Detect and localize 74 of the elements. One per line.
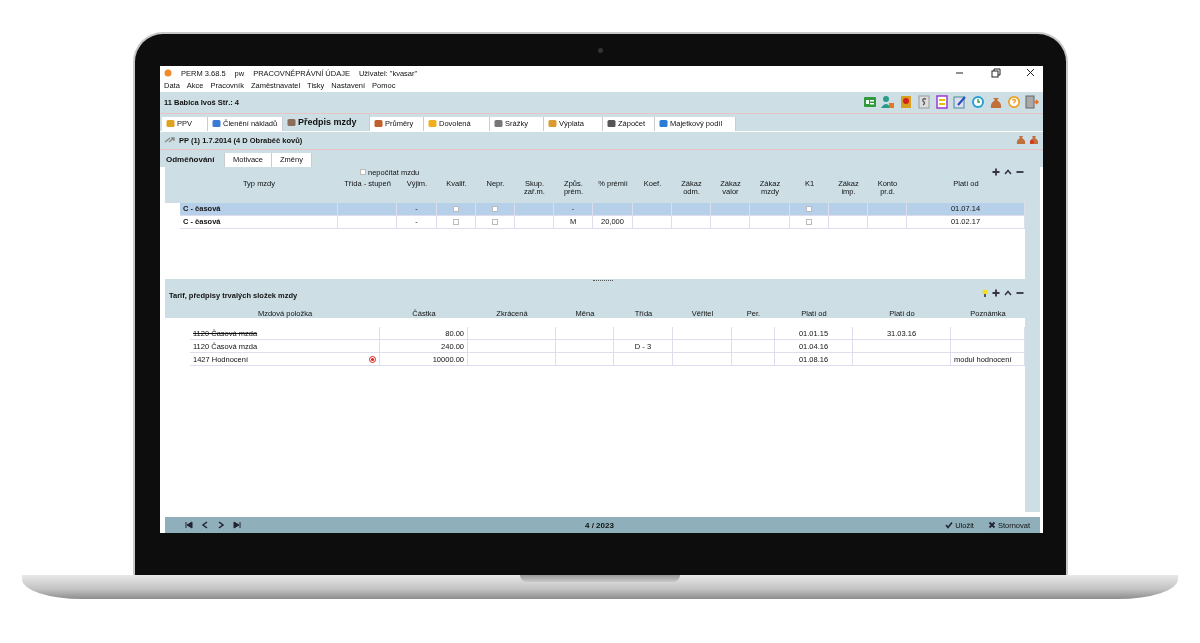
square-icon xyxy=(548,119,557,129)
cross-icon xyxy=(987,521,996,530)
money-bag-icon[interactable] xyxy=(1029,135,1039,146)
square-icon xyxy=(659,119,668,129)
table-cell xyxy=(732,340,775,354)
check-icon xyxy=(945,521,954,530)
app-icon xyxy=(164,69,172,77)
table-cell xyxy=(556,340,614,354)
square-icon xyxy=(212,119,221,129)
period-label: 4 / 2023 xyxy=(585,520,615,530)
table-cell xyxy=(711,202,750,216)
table-cell xyxy=(672,215,711,229)
table-cell xyxy=(515,215,554,229)
table-cell xyxy=(750,215,790,229)
table-cell xyxy=(673,327,732,341)
edit-icon[interactable] xyxy=(953,95,967,110)
table-cell xyxy=(672,202,711,216)
next-icon[interactable] xyxy=(217,521,225,530)
square-icon xyxy=(494,119,503,129)
table-cell xyxy=(868,202,907,216)
square-icon xyxy=(607,119,616,129)
collapse-icon[interactable] xyxy=(1004,167,1012,176)
table-cell xyxy=(633,215,672,229)
splitter-handle[interactable] xyxy=(592,280,613,283)
add-icon[interactable] xyxy=(992,167,1000,176)
table-cell xyxy=(750,202,790,216)
money-bag-icon[interactable] xyxy=(989,95,1003,110)
webcam xyxy=(598,47,603,53)
exit-icon[interactable] xyxy=(1025,95,1039,110)
last-page-icon[interactable] xyxy=(233,521,241,530)
person-icon[interactable] xyxy=(881,95,895,110)
table-cell xyxy=(593,202,633,216)
id-card-icon[interactable] xyxy=(863,95,877,110)
checkbox[interactable] xyxy=(453,218,459,225)
document-icon[interactable] xyxy=(935,95,949,110)
checkbox[interactable] xyxy=(806,218,812,225)
checkbox[interactable] xyxy=(360,169,366,176)
table-cell xyxy=(711,215,750,229)
help-icon[interactable] xyxy=(1007,95,1021,110)
checkbox[interactable] xyxy=(453,205,459,212)
table-cell xyxy=(829,215,868,229)
table-cell xyxy=(829,202,868,216)
arrows-icon xyxy=(164,136,176,145)
table-cell xyxy=(868,215,907,229)
table-cell xyxy=(732,327,775,341)
table-cell xyxy=(338,215,397,229)
paragraph-icon[interactable] xyxy=(917,95,931,110)
square-icon xyxy=(428,119,437,129)
add-icon[interactable] xyxy=(992,289,1000,298)
table-cell xyxy=(556,327,614,341)
table-cell xyxy=(614,327,673,341)
table-cell xyxy=(515,202,554,216)
clock-icon[interactable] xyxy=(971,95,985,110)
certificate-icon[interactable] xyxy=(899,95,913,110)
square-icon xyxy=(374,119,383,129)
lightbulb-icon[interactable] xyxy=(982,289,988,298)
table-cell xyxy=(614,353,673,367)
square-icon xyxy=(166,119,175,129)
previous-icon[interactable] xyxy=(201,521,209,530)
checkbox[interactable] xyxy=(492,218,498,225)
table-cell xyxy=(556,353,614,367)
square-icon xyxy=(287,117,296,127)
table-cell xyxy=(673,340,732,354)
checkbox[interactable] xyxy=(492,205,498,212)
collapse-icon[interactable] xyxy=(1004,289,1012,298)
sub-tab[interactable]: Odměňování xyxy=(166,152,225,167)
table-cell xyxy=(673,353,732,367)
table-cell xyxy=(338,202,397,216)
money-bag-icon[interactable] xyxy=(1016,135,1026,146)
first-page-icon[interactable] xyxy=(185,521,193,530)
table-cell xyxy=(633,202,672,216)
checkbox[interactable] xyxy=(806,205,812,212)
table-cell xyxy=(732,353,775,367)
target-icon xyxy=(369,355,376,363)
